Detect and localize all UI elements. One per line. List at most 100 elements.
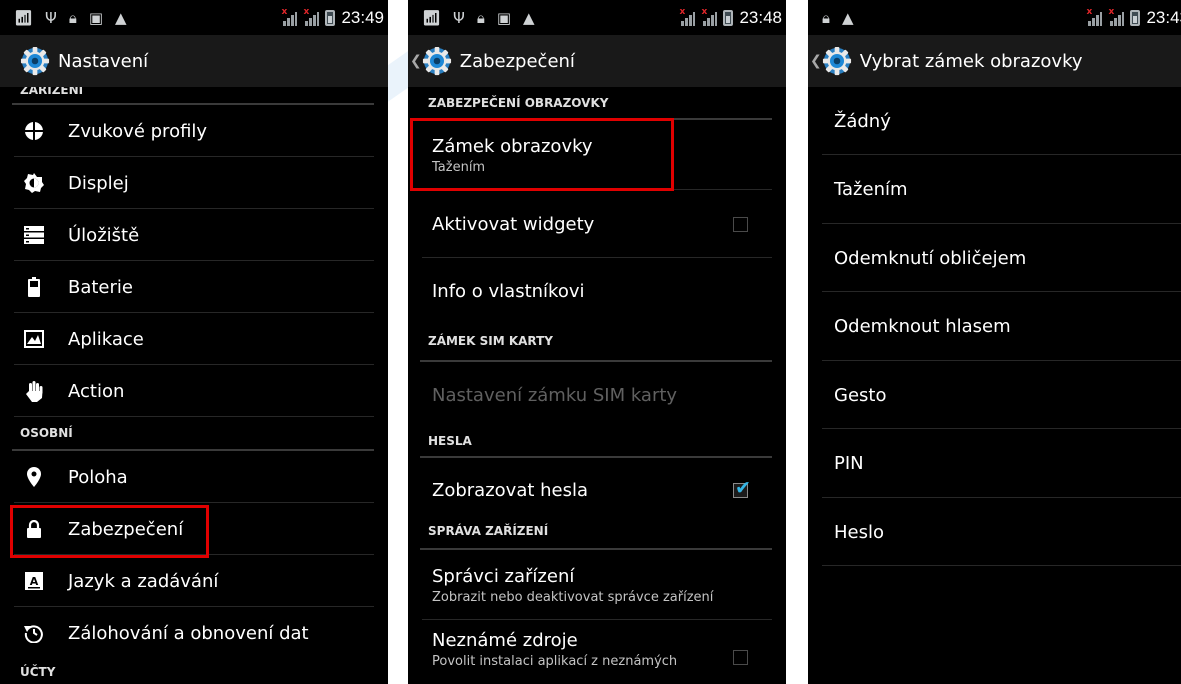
wifi-icon: 📶︎ <box>422 8 442 27</box>
status-bar: 📶︎ Ψ 🔒︎ ▣ ▲ x x 23:49 <box>0 0 388 35</box>
item-summary: Povolit instalaci aplikací z neznámých <box>432 654 678 669</box>
settings-item-display[interactable]: Displej <box>0 157 388 209</box>
item-label: Úložiště <box>68 224 140 246</box>
item-label: Baterie <box>68 276 133 298</box>
security-item-owner-info[interactable]: Info o vlastníkovi <box>408 258 786 324</box>
location-icon <box>24 467 44 487</box>
item-label: Displej <box>68 172 129 194</box>
usb-icon: Ψ <box>45 8 57 27</box>
signal-icon: x <box>1086 7 1103 26</box>
option-label: Žádný <box>834 110 891 132</box>
settings-item-sound[interactable]: Zvukové profily <box>0 105 388 157</box>
warning-icon: ▲ <box>523 8 535 27</box>
highlight-box-screen-lock <box>410 118 674 191</box>
lock-option-voice[interactable]: Odemknout hlasem <box>808 292 1181 361</box>
security-item-widgets[interactable]: Aktivovat widgety <box>408 190 786 258</box>
signal-icon: x <box>281 7 298 26</box>
warning-icon: ▲ <box>115 8 127 27</box>
lock-option-password[interactable]: Heslo <box>808 498 1181 566</box>
battery-icon <box>24 277 44 297</box>
screen-settings: 📶︎ Ψ 🔒︎ ▣ ▲ x x 23:49 Nastavení ZAŘÍZENÍ… <box>0 0 388 684</box>
option-label: PIN <box>834 453 864 474</box>
lock-option-face[interactable]: Odemknutí obličejem <box>808 224 1181 292</box>
lock-option-none[interactable]: Žádný <box>808 87 1181 155</box>
lock-status-icon: 🔒︎ <box>476 8 485 27</box>
settings-list[interactable]: ZAŘÍZENÍ Zvukové profily Displej Úložišt… <box>0 87 388 684</box>
section-header-sim-lock: ZÁMEK SIM KARTY <box>408 324 786 362</box>
widgets-checkbox[interactable] <box>733 216 748 232</box>
wifi-icon: 📶︎ <box>14 8 34 27</box>
security-item-show-passwords[interactable]: Zobrazovat hesla ✔ <box>408 458 786 522</box>
signal-icon: x <box>303 7 320 26</box>
hand-icon <box>24 381 44 402</box>
settings-item-backup[interactable]: Zálohování a obnovení dat <box>0 607 388 659</box>
item-label: Aplikace <box>68 328 144 350</box>
settings-item-language[interactable]: A Jazyk a zadávání <box>0 555 388 607</box>
item-summary: Zobrazit nebo deaktivovat správce zaříze… <box>432 589 714 605</box>
image-icon: ▣ <box>88 8 104 27</box>
screen-security: 📶︎ Ψ 🔒︎ ▣ ▲ x x 23:48 ❮ Zabezpečení ZABE… <box>408 0 786 684</box>
option-label: Heslo <box>834 521 885 543</box>
settings-item-battery[interactable]: Baterie <box>0 261 388 313</box>
lock-status-icon: 🔒︎ <box>822 8 830 27</box>
section-header-device: ZAŘÍZENÍ <box>0 87 388 105</box>
battery-status-icon <box>1130 9 1141 26</box>
lock-option-gesture[interactable]: Gesto <box>808 361 1181 429</box>
lock-options-list[interactable]: Žádný Tažením Odemknutí obličejem Odemkn… <box>808 87 1181 684</box>
back-caret-icon[interactable]: ❮ <box>410 53 422 69</box>
apps-icon <box>24 329 44 349</box>
item-label: Zvukové profily <box>68 120 208 142</box>
action-bar[interactable]: ❮ Zabezpečení <box>408 35 786 87</box>
option-label: Tažením <box>834 179 908 200</box>
item-label: Zálohování a obnovení dat <box>68 622 309 644</box>
signal-icon: x <box>1108 7 1125 26</box>
item-label: Aktivovat widgety <box>432 213 595 235</box>
settings-item-location[interactable]: Poloha <box>0 451 388 503</box>
image-icon: ▣ <box>496 8 512 27</box>
clock: 23:48 <box>739 7 782 27</box>
settings-gear-icon[interactable] <box>422 46 452 76</box>
sound-profile-icon <box>24 121 44 141</box>
screen-choose-lock: 🔒︎ ▲ x x 23:43 ❮ Vybrat zámek obrazovky … <box>808 0 1181 684</box>
security-item-sim-settings: Nastavení zámku SIM karty <box>408 362 786 428</box>
option-label: Odemknutí obličejem <box>834 247 1027 269</box>
item-label: Nastavení zámku SIM karty <box>432 384 678 406</box>
settings-item-apps[interactable]: Aplikace <box>0 313 388 365</box>
lock-status-icon: 🔒︎ <box>68 8 77 27</box>
warning-icon: ▲ <box>841 8 854 27</box>
show-passwords-checkbox[interactable]: ✔ <box>733 477 751 499</box>
lock-option-pin[interactable]: PIN <box>808 429 1181 498</box>
status-bar: 📶︎ Ψ 🔒︎ ▣ ▲ x x 23:48 <box>408 0 786 35</box>
unknown-sources-checkbox[interactable] <box>733 650 748 665</box>
action-bar[interactable]: ❮ Vybrat zámek obrazovky <box>808 35 1181 87</box>
signal-icon: x <box>701 7 718 26</box>
status-bar: 🔒︎ ▲ x x 23:43 <box>808 0 1181 35</box>
svg-text:A: A <box>30 575 39 588</box>
security-item-device-admins[interactable]: Správci zařízení Zobrazit nebo deaktivov… <box>408 550 786 620</box>
back-caret-icon[interactable]: ❮ <box>810 53 822 69</box>
page-title: Nastavení <box>58 50 149 72</box>
settings-gear-icon[interactable] <box>20 46 50 76</box>
section-header-screen-security: ZABEZPEČENÍ OBRAZOVKY <box>408 87 786 120</box>
section-header-passwords: HESLA <box>408 428 786 458</box>
option-label: Odemknout hlasem <box>834 316 1011 337</box>
battery-status-icon <box>723 9 734 26</box>
highlight-box-security <box>10 505 209 558</box>
item-label: Zobrazovat hesla <box>432 479 589 501</box>
section-header-device-admin: SPRÁVA ZAŘÍZENÍ <box>408 522 786 550</box>
section-header-accounts: ÚČTY <box>0 659 388 684</box>
item-label: Action <box>68 380 125 402</box>
item-label: Jazyk a zadávání <box>68 570 219 592</box>
keyboard-icon: A <box>24 571 44 591</box>
item-label: Poloha <box>68 466 128 488</box>
security-item-unknown-sources[interactable]: Neznámé zdroje Povolit instalaci aplikac… <box>408 620 786 680</box>
lock-option-slide[interactable]: Tažením <box>808 155 1181 224</box>
clock: 23:43 <box>1146 7 1181 27</box>
settings-gear-icon[interactable] <box>822 46 852 76</box>
item-label: Neznámé zdroje <box>432 630 578 651</box>
battery-status-icon <box>325 9 336 26</box>
section-header-personal: OSOBNÍ <box>0 415 388 451</box>
settings-item-storage[interactable]: Úložiště <box>0 209 388 261</box>
page-title: Zabezpečení <box>459 50 575 72</box>
settings-item-action[interactable]: Action <box>0 365 388 417</box>
